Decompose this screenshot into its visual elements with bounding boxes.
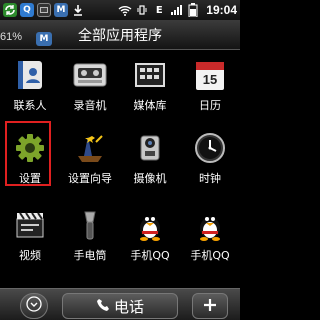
plus-icon: [203, 297, 217, 316]
app-recorder[interactable]: 录音机: [60, 50, 120, 115]
selection-highlight: [5, 121, 51, 186]
phone-icon: [96, 297, 110, 316]
app-contacts[interactable]: 联系人: [0, 50, 60, 115]
app-camcorder[interactable]: 摄像机: [120, 123, 180, 188]
app-label: 联系人: [13, 99, 47, 112]
app-label: 时钟: [199, 172, 221, 185]
app-media-library[interactable]: 媒体库: [120, 50, 180, 115]
app-label: 录音机: [73, 99, 107, 112]
notification-icons[interactable]: Q M: [3, 3, 85, 17]
battery-icon: [186, 3, 200, 17]
calendar-day: 15: [202, 72, 218, 87]
media-library-icon: [133, 58, 167, 92]
video-icon: [13, 208, 47, 242]
edge-signal-icon: E: [155, 4, 163, 16]
chevron-down-circle-icon: [26, 296, 42, 316]
app-clock[interactable]: 时钟: [180, 123, 240, 188]
vibrate-icon: [135, 3, 149, 17]
app-video[interactable]: 视频: [0, 200, 60, 265]
app-label: 媒体库: [133, 99, 167, 112]
qq-penguin-icon: [193, 208, 227, 242]
clock-time: 19:04: [206, 3, 237, 17]
signal-strength-icon: [169, 3, 183, 17]
app-grid: 联系人 录音机 媒体库 15 日历 设置 设置向导 摄像机 时钟 视频 手电筒 …: [0, 50, 240, 280]
app-flashlight[interactable]: 手电筒: [60, 200, 120, 265]
app-calendar[interactable]: 15 日历: [180, 50, 240, 115]
clock-icon: [193, 131, 227, 165]
app-label: 手机QQ: [190, 249, 230, 262]
app-drawer-header: 61% M 全部应用程序: [0, 20, 240, 50]
app-mobile-qq[interactable]: 手机QQ: [180, 200, 240, 265]
calendar-icon: 15: [193, 58, 227, 92]
drawer-title: 全部应用程序: [78, 28, 162, 44]
app-mobile-qq[interactable]: 手机QQ: [120, 200, 180, 265]
contacts-icon: [13, 58, 47, 92]
flashlight-icon: [73, 208, 107, 242]
app-setup-wizard[interactable]: 设置向导: [60, 123, 120, 188]
phone-button[interactable]: 电话: [62, 293, 178, 319]
app-label: 手机QQ: [130, 249, 170, 262]
add-button[interactable]: [192, 293, 228, 319]
app-label: 手电筒: [73, 249, 107, 262]
system-icons: E 19:04: [118, 3, 237, 17]
app-label: 视频: [19, 249, 41, 262]
qq-badge-icon: Q: [20, 3, 34, 17]
phone-label: 电话: [113, 297, 144, 316]
bottom-dock: 电话: [0, 288, 240, 320]
wifi-icon: [118, 3, 132, 17]
back-button[interactable]: [20, 293, 48, 319]
setup-wizard-icon: [73, 131, 107, 165]
app-label: 日历: [199, 99, 221, 112]
app-label: 摄像机: [133, 172, 167, 185]
recycle-icon: [3, 3, 17, 17]
sd-card-icon: [37, 3, 51, 17]
status-bar: Q M E 19:04: [0, 0, 240, 20]
app-label: 设置向导: [68, 172, 112, 185]
qq-penguin-icon: [133, 208, 167, 242]
download-icon: [71, 3, 85, 17]
camcorder-icon: [133, 131, 167, 165]
recorder-icon: [73, 58, 107, 92]
m-badge-icon: M: [54, 3, 68, 17]
